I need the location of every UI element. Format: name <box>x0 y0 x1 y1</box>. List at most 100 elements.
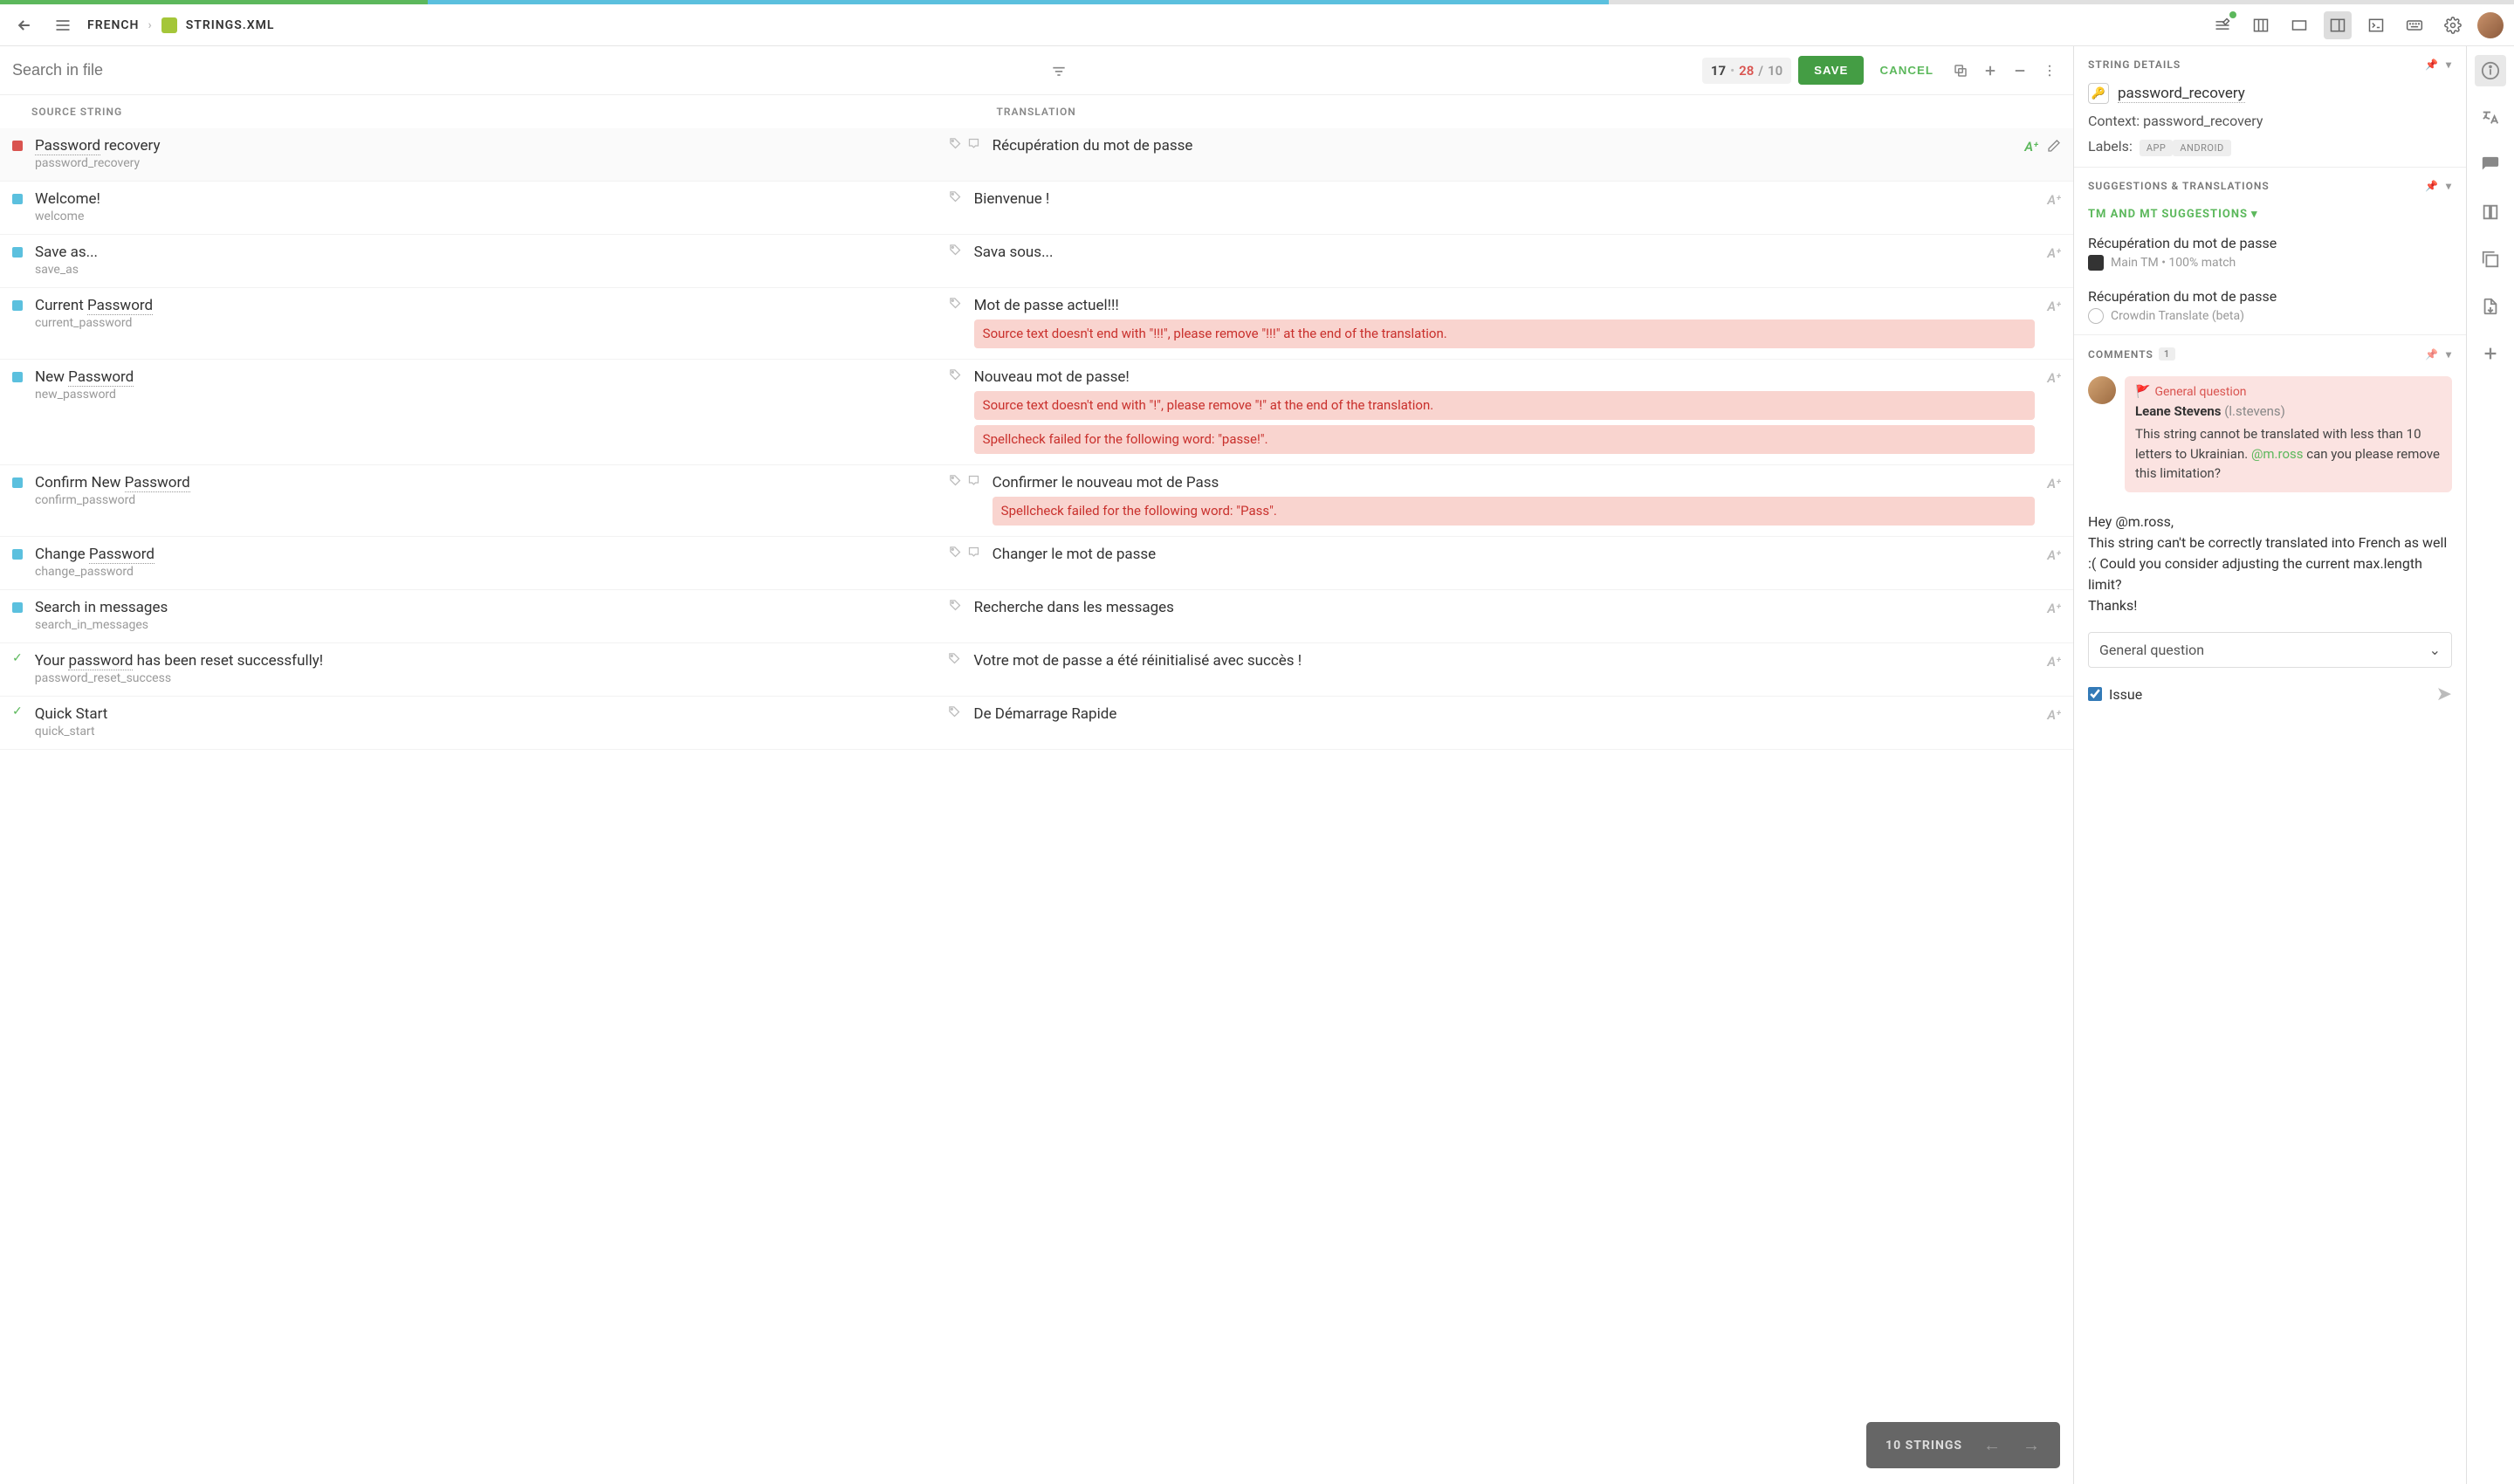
string-row[interactable]: Confirm New Passwordconfirm_passwordConf… <box>0 465 2073 537</box>
next-arrow-icon[interactable]: → <box>2023 1434 2041 1456</box>
suggestions-subheader[interactable]: TM AND MT SUGGESTIONS ▾ <box>2074 201 2466 228</box>
translation-text[interactable]: Confirmer le nouveau mot de Pass <box>993 474 2036 491</box>
suggestion-item[interactable]: Récupération du mot de passeCrowdin Tran… <box>2074 281 2466 334</box>
ai-icon[interactable]: A⁺ <box>2047 370 2061 386</box>
ai-icon[interactable]: A⁺ <box>2047 192 2061 208</box>
chevron-down-icon[interactable]: ▾ <box>2446 348 2452 361</box>
library-icon[interactable] <box>2475 244 2506 275</box>
rail-plus-icon[interactable] <box>2475 338 2506 369</box>
tag-icon[interactable] <box>949 137 962 150</box>
suggestion-item[interactable]: Récupération du mot de passeMain TM • 10… <box>2074 228 2466 281</box>
gear-icon[interactable] <box>2439 11 2467 39</box>
chat-icon[interactable] <box>2475 149 2506 181</box>
ai-icon[interactable]: A⁺ <box>2047 707 2061 723</box>
source-title: Current Password <box>35 297 937 314</box>
minus-icon[interactable] <box>2009 59 2031 82</box>
string-row[interactable]: New Passwordnew_passwordNouveau mot de p… <box>0 360 2073 465</box>
comment-icon[interactable] <box>967 474 980 487</box>
cancel-button[interactable]: CANCEL <box>1871 56 1942 85</box>
edit-notification-icon[interactable] <box>2208 11 2236 39</box>
terminal-icon[interactable] <box>2362 11 2390 39</box>
copy-icon[interactable] <box>1949 59 1972 82</box>
translation-text[interactable]: Sava sous... <box>974 244 2036 261</box>
translation-text[interactable]: Recherche dans les messages <box>974 599 2036 616</box>
pin-icon[interactable]: 📌 <box>2425 180 2439 192</box>
layout-columns-icon[interactable] <box>2247 11 2275 39</box>
keyboard-icon[interactable] <box>2401 11 2428 39</box>
translation-text[interactable]: Bienvenue ! <box>974 190 2036 208</box>
tag-icon[interactable] <box>949 190 962 203</box>
tag-icon[interactable] <box>949 244 962 257</box>
string-row[interactable]: ✓Quick Startquick_startDe Démarrage Rapi… <box>0 697 2073 750</box>
book-icon[interactable] <box>2475 196 2506 228</box>
source-key: change_password <box>35 565 937 579</box>
layout-single-icon[interactable] <box>2285 11 2313 39</box>
chevron-down-icon[interactable]: ▾ <box>2446 58 2452 71</box>
translation-text[interactable]: Nouveau mot de passe! <box>974 368 2036 386</box>
string-row[interactable]: Current Passwordcurrent_passwordMot de p… <box>0 288 2073 360</box>
source-key: confirm_password <box>35 493 937 507</box>
more-vert-icon[interactable] <box>2038 59 2061 82</box>
tag-icon[interactable] <box>949 474 962 487</box>
ai-icon[interactable]: A⁺ <box>2047 601 2061 616</box>
plus-icon[interactable] <box>1979 59 2002 82</box>
status-dot <box>12 247 23 258</box>
issue-checkbox[interactable]: Issue <box>2088 686 2142 703</box>
layout-split-icon[interactable] <box>2324 11 2352 39</box>
translation-text[interactable]: Votre mot de passe a été réinitialisé av… <box>973 652 2035 670</box>
avatar[interactable] <box>2477 12 2504 38</box>
string-row[interactable]: Save as...save_asSava sous...A⁺ <box>0 235 2073 288</box>
string-row[interactable]: Change Passwordchange_passwordChanger le… <box>0 537 2073 590</box>
tag-icon[interactable] <box>949 297 962 310</box>
prev-arrow-icon[interactable]: ← <box>1983 1434 2002 1456</box>
tag-icon[interactable] <box>948 652 961 665</box>
filter-icon[interactable] <box>1047 58 1071 83</box>
tag-icon[interactable] <box>949 599 962 612</box>
save-button[interactable]: SAVE <box>1798 56 1864 85</box>
search-input[interactable] <box>12 61 1040 79</box>
pencil-icon[interactable] <box>2047 139 2061 153</box>
string-row[interactable]: Password recoverypassword_recoveryRécupé… <box>0 128 2073 182</box>
comment-draft[interactable]: Hey @m.ross,This string can't be correct… <box>2074 503 2466 616</box>
breadcrumb-lang[interactable]: FRENCH <box>87 18 139 32</box>
unpin-icon[interactable]: 📌 <box>2425 348 2439 361</box>
tag-icon[interactable] <box>949 546 962 559</box>
tag-icon[interactable] <box>948 705 961 718</box>
send-icon[interactable]: ➤ <box>2436 684 2452 705</box>
comment-text: This string cannot be translated with le… <box>2135 424 2442 484</box>
comment-tag: 🚩 General question <box>2135 385 2442 399</box>
string-row[interactable]: Welcome!welcomeBienvenue !A⁺ <box>0 182 2073 235</box>
string-row[interactable]: ✓Your password has been reset successful… <box>0 643 2073 697</box>
ai-icon[interactable]: A⁺ <box>2024 139 2038 155</box>
breadcrumb-file[interactable]: STRINGS.XML <box>186 18 275 32</box>
translate-icon[interactable] <box>2475 102 2506 134</box>
col-translation-header: TRANSLATION <box>996 106 2042 118</box>
menu-icon[interactable] <box>49 11 77 39</box>
comment-icon[interactable] <box>967 137 980 150</box>
translation-text[interactable]: Changer le mot de passe <box>993 546 2036 563</box>
string-key[interactable]: password_recovery <box>2118 85 2245 103</box>
label-chip[interactable]: APP <box>2140 140 2174 156</box>
translation-text[interactable]: Mot de passe actuel!!! <box>974 297 2036 314</box>
info-icon[interactable] <box>2475 55 2506 86</box>
ai-icon[interactable]: A⁺ <box>2047 547 2061 563</box>
col-source-header: SOURCE STRING <box>31 106 996 118</box>
back-arrow-icon[interactable] <box>10 11 38 39</box>
label-chip[interactable]: ANDROID <box>2173 140 2230 156</box>
ai-icon[interactable]: A⁺ <box>2047 299 2061 314</box>
comment-type-select[interactable]: General question ⌄ <box>2088 632 2452 668</box>
translation-text[interactable]: De Démarrage Rapide <box>973 705 2035 723</box>
ai-icon[interactable]: A⁺ <box>2047 654 2061 670</box>
ai-icon[interactable]: A⁺ <box>2047 476 2061 491</box>
ai-icon[interactable]: A⁺ <box>2047 245 2061 261</box>
file-arrow-icon[interactable] <box>2475 291 2506 322</box>
source-key: password_recovery <box>35 156 937 170</box>
string-row[interactable]: Search in messagessearch_in_messagesRech… <box>0 590 2073 643</box>
chevron-down-icon[interactable]: ▾ <box>2446 180 2452 192</box>
comment-icon[interactable] <box>967 546 980 559</box>
pin-icon[interactable]: 📌 <box>2425 58 2439 71</box>
tag-icon[interactable] <box>949 368 962 381</box>
translation-text[interactable]: Récupération du mot de passe <box>993 137 2013 155</box>
warning-box: Spellcheck failed for the following word… <box>974 425 2036 454</box>
counter-total: 10 <box>1768 63 1782 79</box>
